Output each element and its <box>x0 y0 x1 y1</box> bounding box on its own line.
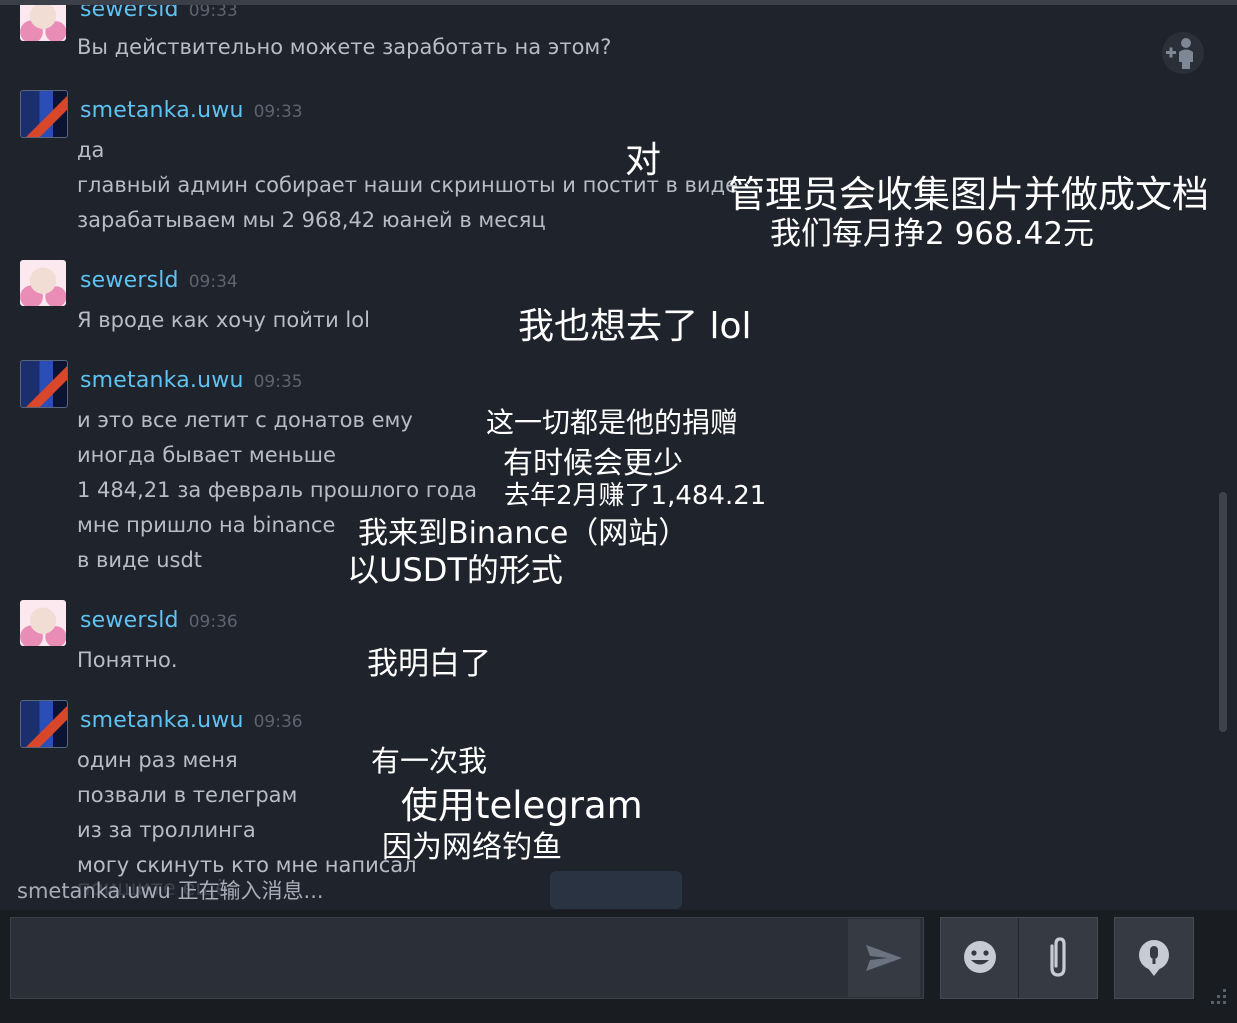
composer-tools <box>940 917 1098 999</box>
voice-message-button[interactable] <box>1114 917 1194 999</box>
message-line: позвали в телеграм <box>77 783 298 807</box>
message-header: smetanka.uwu 09:33 <box>80 98 303 123</box>
message-line: зарабатываем мы 2 968,42 юаней в месяц <box>77 208 546 232</box>
username[interactable]: smetanka.uwu <box>80 708 244 733</box>
chat-history[interactable]: sewersld 09:33 Вы действительно можете за… <box>0 5 1237 910</box>
attach-file-button[interactable] <box>1019 918 1097 998</box>
timestamp: 09:33 <box>253 102 303 122</box>
message-line: иногда бывает меньше <box>77 443 336 467</box>
user-avatar[interactable] <box>20 600 66 646</box>
message-header: sewersld 09:33 <box>80 5 238 22</box>
username[interactable]: sewersld <box>80 5 179 22</box>
message-group: sewersld 09:36 Понятно. <box>0 593 1210 683</box>
emoji-icon <box>941 918 1018 998</box>
translation-text: 我也想去了 lol <box>518 306 752 347</box>
paperclip-icon <box>1019 918 1097 998</box>
translation-text: 因为网络钓鱼 <box>382 830 562 865</box>
translation-text: 使用telegram <box>401 784 643 827</box>
message-header: sewersld 09:36 <box>80 608 238 633</box>
timestamp: 09:36 <box>188 612 238 632</box>
translation-text: 对 <box>625 140 662 181</box>
send-arrow-icon <box>848 919 920 997</box>
message-header: smetanka.uwu 09:35 <box>80 368 303 393</box>
translation-text: 以USDT的形式 <box>347 551 563 589</box>
timestamp: 09:36 <box>253 712 303 732</box>
timestamp: 09:33 <box>188 5 238 21</box>
jump-to-latest-button[interactable] <box>550 871 682 909</box>
message-group: sewersld 09:33 Вы действительно можете за… <box>0 5 1210 65</box>
message-input[interactable] <box>10 917 924 999</box>
timestamp: 09:34 <box>188 272 238 292</box>
message-line: в виде usdt <box>77 548 203 572</box>
translation-text: 我们每月挣2 968.42元 <box>770 216 1095 252</box>
message-line: Я вроде как хочу пойти lol <box>77 308 370 332</box>
message-line: Вы действительно можете заработать на эт… <box>77 35 612 59</box>
translation-text: 去年2月赚了1,484.21 <box>504 481 767 511</box>
emoji-button[interactable] <box>941 918 1019 998</box>
user-avatar[interactable] <box>20 260 66 306</box>
username[interactable]: smetanka.uwu <box>80 98 244 123</box>
translation-text: 有一次我 <box>371 744 488 778</box>
user-avatar[interactable] <box>20 90 68 138</box>
add-friend-button[interactable] <box>1162 32 1204 74</box>
message-line: мне пришло на binance <box>77 513 336 537</box>
message-header: sewersld 09:34 <box>80 268 238 293</box>
username[interactable]: smetanka.uwu <box>80 368 244 393</box>
message-line: могу скинуть кто мне написал <box>77 853 417 877</box>
user-avatar[interactable] <box>20 5 66 41</box>
timestamp: 09:35 <box>253 372 303 392</box>
message-line: из за троллинга <box>77 818 256 842</box>
add-friend-icon <box>1162 32 1204 74</box>
user-avatar[interactable] <box>20 360 68 408</box>
send-button[interactable] <box>848 919 920 997</box>
resize-grip-icon[interactable] <box>1205 985 1229 1009</box>
user-avatar[interactable] <box>20 700 68 748</box>
translation-text: 我明白了 <box>367 646 491 682</box>
chat-scrollbar[interactable] <box>1219 492 1227 732</box>
message-line: 1 484,21 за февраль прошлого года <box>77 478 478 502</box>
translation-text: 这一切都是他的捐赠 <box>486 406 739 439</box>
message-line: Понятно. <box>77 648 178 672</box>
message-line: да <box>77 138 105 162</box>
message-line: и это все летит с донатов ему <box>77 408 413 432</box>
message-line: один раз меня <box>77 748 238 772</box>
typing-indicator: smetanka.uwu 正在输入消息... <box>17 879 324 903</box>
username[interactable]: sewersld <box>80 268 179 293</box>
message-header: smetanka.uwu 09:36 <box>80 708 303 733</box>
microphone-icon <box>1115 918 1193 998</box>
username[interactable]: sewersld <box>80 608 179 633</box>
